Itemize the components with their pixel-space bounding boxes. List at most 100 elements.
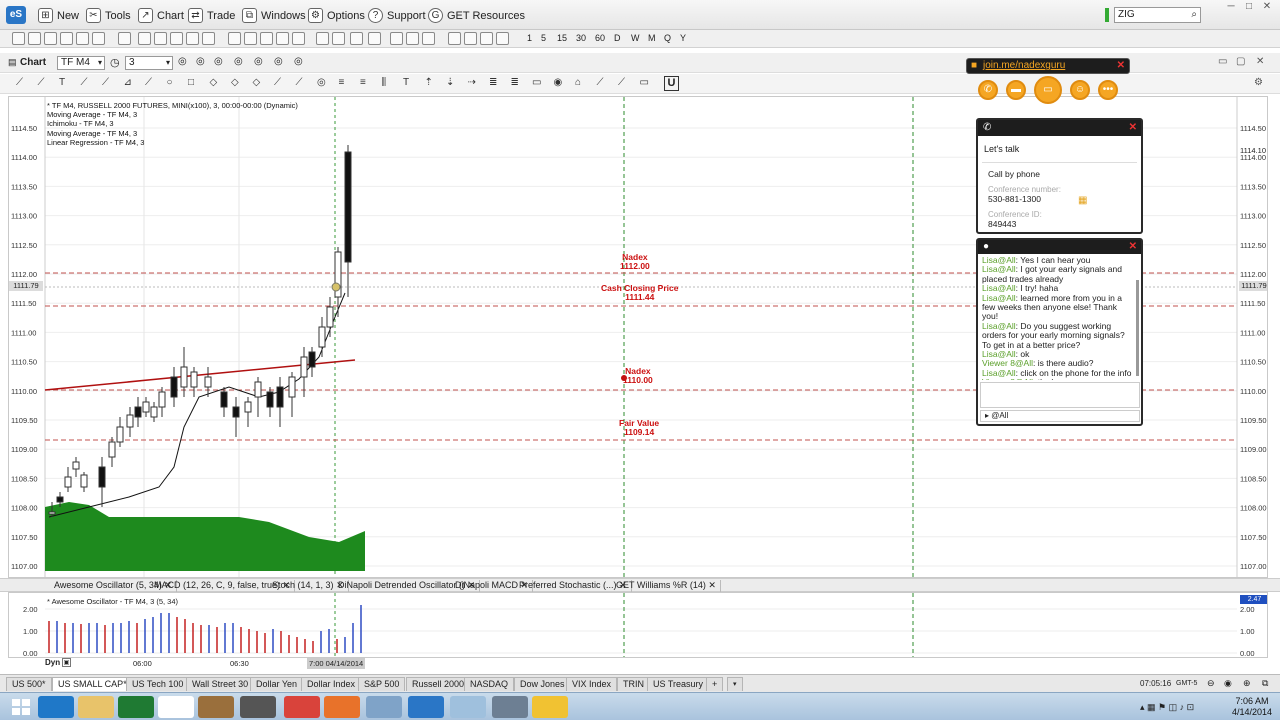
app-icon[interactable] (450, 696, 486, 718)
symbol-tab[interactable]: US Treasury (647, 677, 710, 691)
toolbar-tool-icon[interactable] (316, 32, 329, 45)
toolbar-tool-icon[interactable] (496, 32, 509, 45)
drawing-tool-icon[interactable]: □ (188, 77, 194, 88)
symbol-tab[interactable]: S&P 500 (358, 677, 406, 691)
app-icon[interactable] (198, 696, 234, 718)
oscillator-panel[interactable]: * Awesome Oscillator - TF M4, 3 (5, 34) … (8, 592, 1268, 658)
drawing-tool-icon[interactable]: ⟋ (597, 77, 604, 88)
screen-share-button[interactable]: ▭ (1034, 76, 1062, 104)
toolbar-tool-icon[interactable] (390, 32, 403, 45)
chart-tool-icon[interactable]: ◎ (254, 56, 263, 67)
interval-m[interactable]: M (648, 33, 656, 43)
drawing-tool-icon[interactable]: ⟋ (16, 77, 23, 88)
drawing-tool-icon[interactable]: ⟋ (296, 77, 303, 88)
drawing-tool-icon[interactable]: ◇ (231, 77, 239, 88)
clock-icon[interactable]: ◷ (110, 56, 120, 69)
chat-scrollbar[interactable] (1136, 280, 1139, 376)
interval-15[interactable]: 15 (557, 33, 567, 43)
toolbar-tool-icon[interactable] (244, 32, 257, 45)
symbol-tab[interactable]: US Tech 100 (126, 677, 190, 691)
maximize-button[interactable]: □ (1242, 1, 1256, 13)
tab-get-williams[interactable]: GET Williams %R (14) ✕ (612, 580, 721, 592)
clipboard-icon[interactable]: ▦ (1078, 195, 1087, 206)
drawing-tool-icon[interactable]: ⫼ (382, 77, 387, 88)
app-icon[interactable] (366, 696, 402, 718)
drawing-tool-icon[interactable]: ⌂ (575, 77, 581, 88)
join-me-link-bar[interactable]: ■ join.me/nadexguru ✕ (966, 58, 1130, 74)
drawing-tool-icon[interactable]: ⟋ (102, 77, 109, 88)
chart-tool-icon[interactable]: ◎ (196, 56, 205, 67)
chat-input[interactable] (980, 382, 1140, 408)
drawing-tool-icon[interactable]: ◉ (554, 77, 563, 88)
recipient-select[interactable]: ▸ @All (980, 410, 1140, 422)
toolbar-tool-icon[interactable] (154, 32, 167, 45)
menu-support[interactable]: ? Support (368, 7, 426, 24)
price-annotation[interactable]: Nadex 1112.00 (620, 253, 650, 271)
tabs-menu-button[interactable]: ▾ (727, 677, 743, 691)
symbol-tab[interactable]: TRIN (617, 677, 650, 691)
symbol-tab[interactable]: Dow Jones (514, 677, 571, 691)
chart-tool-icon[interactable]: ◎ (214, 56, 223, 67)
chart-tool-icon[interactable]: ◎ (178, 56, 187, 67)
menu-trade[interactable]: ⇄ Trade (188, 7, 235, 24)
toolbar-tool-icon[interactable] (12, 32, 25, 45)
drawing-tool-icon[interactable]: ≣ (489, 77, 497, 88)
minimize-button[interactable]: ─ (1224, 1, 1238, 13)
magnet-icon[interactable]: U (664, 76, 679, 91)
menu-get-resources[interactable]: G GET Resources (428, 7, 525, 24)
toolbar-tool-icon[interactable] (422, 32, 435, 45)
drawing-tool-icon[interactable]: ⇢ (468, 77, 476, 88)
drawing-tool-icon[interactable]: ⇡ (425, 77, 433, 88)
chat-button[interactable]: ▬ (1006, 80, 1026, 100)
minimize-chart-icon[interactable]: ▭ (1218, 56, 1227, 67)
drawing-tool-icon[interactable]: ◇ (253, 77, 261, 88)
toolbar-tool-icon[interactable] (332, 32, 345, 45)
toolbar-tool-icon[interactable] (138, 32, 151, 45)
drawing-tool-icon[interactable]: ⟋ (81, 77, 88, 88)
menu-chart[interactable]: ↗ Chart (138, 7, 184, 24)
drawing-tool-icon[interactable]: ≣ (511, 77, 519, 88)
close-icon[interactable]: ✕ (1117, 59, 1125, 73)
toolbar-tool-icon[interactable] (186, 32, 199, 45)
toolbar-tool-icon[interactable] (76, 32, 89, 45)
drawing-tool-icon[interactable]: ⊿ (124, 77, 132, 88)
menu-options[interactable]: ⚙ Options (308, 7, 365, 24)
toolbar-tool-icon[interactable] (368, 32, 381, 45)
excel-icon[interactable] (118, 696, 154, 718)
toolbar-tool-icon[interactable] (448, 32, 461, 45)
toolbar-tool-icon[interactable] (480, 32, 493, 45)
drawing-tool-icon[interactable]: ◇ (210, 77, 218, 88)
symbol-tab[interactable]: Dollar Index (301, 677, 362, 691)
close-chart-icon[interactable]: ✕ (1256, 56, 1264, 67)
search-icon[interactable]: ⌕ (1191, 8, 1197, 22)
toolbar-tool-icon[interactable] (292, 32, 305, 45)
symbol-tab[interactable]: Dollar Yen (250, 677, 304, 691)
drawing-tool-icon[interactable]: ▭ (640, 77, 649, 88)
price-annotation[interactable]: Nadex 1110.00 (623, 367, 653, 385)
participants-button[interactable]: ☺ (1070, 80, 1090, 100)
interval-select[interactable]: 3 ▾ (125, 56, 173, 70)
join-me-icon[interactable] (532, 696, 568, 718)
toolbar-tool-icon[interactable] (202, 32, 215, 45)
toolbar-tool-icon[interactable] (92, 32, 105, 45)
toolbar-tool-icon[interactable] (170, 32, 183, 45)
chart-tool-icon[interactable]: ◎ (274, 56, 283, 67)
drawing-tool-icon[interactable]: ▭ (532, 77, 541, 88)
add-tab-button[interactable]: + (706, 677, 724, 691)
close-button[interactable]: ✕ (1260, 1, 1274, 13)
firefox-icon[interactable] (324, 696, 360, 718)
price-annotation[interactable]: Cash Closing Price 1111.44 (601, 284, 678, 302)
toolbar-tool-icon[interactable] (28, 32, 41, 45)
toolbar-tool-icon[interactable] (118, 32, 131, 45)
maximize-chart-icon[interactable]: ▢ (1236, 56, 1245, 67)
toolbar-tool-icon[interactable] (276, 32, 289, 45)
drawing-tool-icon[interactable]: ≡ (339, 77, 345, 88)
drawing-tool-icon[interactable]: T (403, 77, 409, 88)
more-button[interactable]: ••• (1098, 80, 1118, 100)
interval-d[interactable]: D (614, 33, 621, 43)
toolbar-tool-icon[interactable] (350, 32, 363, 45)
taskbar-clock[interactable]: 7:06 AM 4/14/2014 (1232, 696, 1272, 718)
windows-start-icon[interactable] (6, 695, 36, 719)
interval-w[interactable]: W (631, 33, 640, 43)
drawing-tool-icon[interactable]: ⟋ (274, 77, 281, 88)
